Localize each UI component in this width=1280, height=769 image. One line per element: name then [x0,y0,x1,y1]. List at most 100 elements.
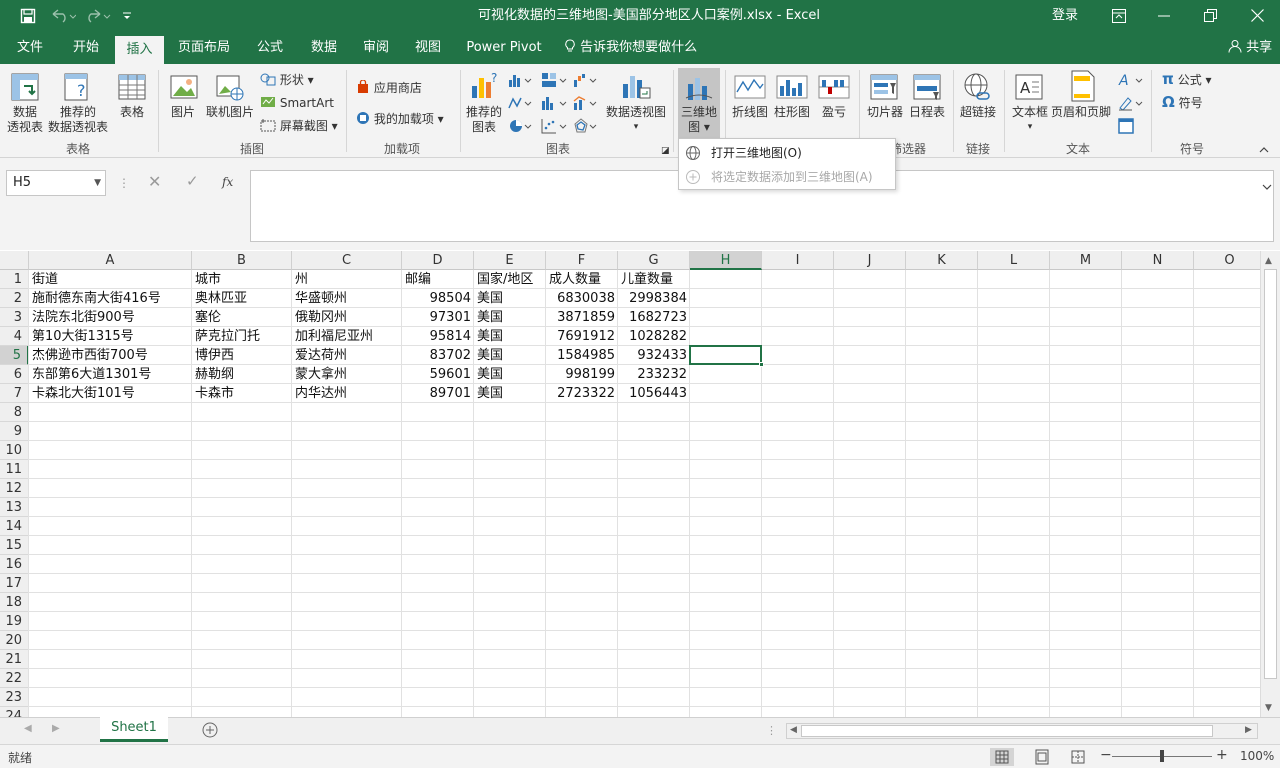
smartart-button[interactable]: SmartArt [260,95,334,111]
table-cell[interactable]: 89701 [402,384,474,403]
name-box-dropdown-icon[interactable]: ▼ [94,171,101,195]
scatter-chart-icon[interactable] [541,118,569,137]
menu-open-3d-map[interactable]: 打开三维地图(O) [679,141,895,165]
textbox-button[interactable]: 文本框 ▾ [1008,105,1052,135]
horizontal-scrollbar[interactable]: ◀ ▶ [786,723,1258,739]
row-header[interactable]: 19 [0,612,29,631]
my-addins-button[interactable]: 我的加载项 ▾ [356,111,444,127]
sparkline-column-button[interactable]: 柱形图 [770,105,814,120]
next-sheet-icon[interactable]: ▶ [52,723,60,734]
row-header[interactable]: 10 [0,441,29,460]
scroll-thumb[interactable] [1264,269,1277,679]
column-header[interactable]: J [834,251,906,270]
tell-me-search[interactable]: 告诉我你想要做什么 [564,32,698,64]
column-header[interactable]: F [546,251,618,270]
tab-view[interactable]: 视图 [408,32,448,64]
column-header[interactable]: C [292,251,402,270]
table-cell[interactable]: 卡森北大街101号 [29,384,192,403]
wordart-icon[interactable]: A [1118,72,1146,91]
timeline-button[interactable]: 日程表 [906,105,948,120]
ribbon-display-options-icon[interactable] [1112,9,1126,23]
column-header[interactable]: A [29,251,192,270]
table-cell[interactable]: 3871859 [546,308,618,327]
row-header[interactable]: 2 [0,289,29,308]
tab-formulas[interactable]: 公式 [248,32,292,64]
redo-icon[interactable] [86,8,112,24]
column-header[interactable]: H [690,251,762,270]
hscroll-thumb[interactable] [801,725,1213,737]
table-cell[interactable]: 1056443 [618,384,690,403]
minimize-icon[interactable] [1158,15,1170,17]
tab-file[interactable]: 文件 [6,32,54,64]
row-header[interactable]: 17 [0,574,29,593]
table-cell[interactable]: 成人数量 [546,270,618,289]
symbol-button[interactable]: Ω 符号 [1162,95,1203,111]
selected-cell[interactable] [689,345,762,365]
name-box[interactable]: H5 ▼ [6,170,106,196]
row-header[interactable]: 8 [0,403,29,422]
cancel-entry-icon[interactable]: ✕ [148,174,161,190]
sparkline-winloss-button[interactable]: 盈亏 [814,105,854,120]
table-cell[interactable]: 998199 [546,365,618,384]
hierarchy-chart-icon[interactable] [541,72,569,91]
close-icon[interactable] [1251,9,1264,22]
pivot-table-icon[interactable] [10,72,40,105]
table-cell[interactable]: 蒙大拿州 [292,365,402,384]
table-cell[interactable]: 美国 [474,365,546,384]
insert-function-icon[interactable]: fx [222,175,233,190]
table-cell[interactable]: 59601 [402,365,474,384]
shapes-button[interactable]: 形状 ▾ [260,72,314,88]
vertical-scrollbar[interactable]: ▲ ▼ [1260,251,1280,717]
textbox-icon[interactable]: A [1014,72,1044,105]
table-cell[interactable]: 施耐德东南大街416号 [29,289,192,308]
tab-insert[interactable]: 插入 [115,36,164,64]
row-header[interactable]: 15 [0,536,29,555]
column-header[interactable]: I [762,251,834,270]
statistic-chart-icon[interactable] [541,95,569,114]
equation-button[interactable]: π 公式 ▾ [1162,72,1212,88]
table-button[interactable]: 表格 [112,105,152,120]
tab-review[interactable]: 审阅 [356,32,396,64]
table-cell[interactable]: 83702 [402,346,474,365]
combo-chart-icon[interactable] [573,95,601,114]
row-header[interactable]: 4 [0,327,29,346]
row-header[interactable]: 13 [0,498,29,517]
table-cell[interactable]: 美国 [474,327,546,346]
table-cell[interactable]: 赫勒纲 [192,365,292,384]
column-header[interactable]: D [402,251,474,270]
tab-home[interactable]: 开始 [62,32,110,64]
zoom-in-button[interactable]: + [1216,747,1228,763]
column-header[interactable]: M [1050,251,1122,270]
table-cell[interactable]: 街道 [29,270,192,289]
row-header[interactable]: 16 [0,555,29,574]
sparkline-column-icon[interactable] [776,72,808,105]
table-cell[interactable]: 华盛顿州 [292,289,402,308]
row-header[interactable]: 12 [0,479,29,498]
table-cell[interactable]: 美国 [474,346,546,365]
column-header[interactable]: B [192,251,292,270]
radar-chart-icon[interactable] [573,118,601,137]
row-header[interactable]: 21 [0,650,29,669]
store-button[interactable]: 应用商店 [356,79,422,96]
row-header[interactable]: 20 [0,631,29,650]
row-header[interactable]: 24 [0,707,29,717]
table-cell[interactable]: 1028282 [618,327,690,346]
hyperlink-button[interactable]: 超链接 [956,105,1000,120]
table-cell[interactable]: 卡森市 [192,384,292,403]
table-icon[interactable] [117,72,147,105]
page-layout-view-icon[interactable] [1030,748,1054,769]
map3d-button[interactable]: 三维地 图 ▾ [678,105,720,135]
row-header[interactable]: 11 [0,460,29,479]
fill-handle[interactable] [759,362,764,367]
column-header[interactable]: N [1122,251,1194,270]
row-header[interactable]: 18 [0,593,29,612]
table-cell[interactable]: 美国 [474,384,546,403]
line-chart-small-icon[interactable] [508,95,536,114]
table-cell[interactable]: 州 [292,270,402,289]
collapse-ribbon-icon[interactable] [1259,142,1269,157]
confirm-entry-icon[interactable]: ✓ [186,174,199,189]
customize-qat-icon[interactable] [122,8,132,24]
undo-icon[interactable] [50,8,76,24]
table-cell[interactable]: 俄勒冈州 [292,308,402,327]
signature-line-icon[interactable] [1118,95,1146,114]
